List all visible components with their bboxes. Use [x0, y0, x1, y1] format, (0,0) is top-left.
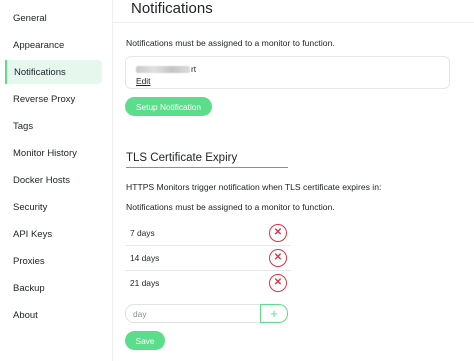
sidebar-item-appearance[interactable]: Appearance	[5, 33, 102, 57]
expiry-day-label: 7 days	[130, 228, 155, 238]
sidebar-item-about[interactable]: About	[5, 303, 102, 327]
sidebar-item-api-keys[interactable]: API Keys	[5, 222, 102, 246]
tls-hint: Notifications must be assigned to a moni…	[126, 202, 335, 212]
redacted-name-blur	[136, 66, 190, 74]
page-title: Notifications	[131, 0, 213, 17]
tls-section-underline	[126, 167, 288, 168]
sidebar-item-monitor-history[interactable]: Monitor History	[5, 141, 102, 165]
plus-icon: +	[270, 306, 278, 321]
sidebar-item-reverse-proxy[interactable]: Reverse Proxy	[5, 87, 102, 111]
sidebar-item-notifications[interactable]: Notifications	[5, 60, 102, 84]
settings-sidebar: General Appearance Notifications Reverse…	[0, 0, 108, 361]
expiry-day-label: 14 days	[130, 253, 160, 263]
sidebar-item-tags[interactable]: Tags	[5, 114, 102, 138]
x-icon: ✕	[273, 277, 283, 288]
x-icon: ✕	[273, 227, 283, 238]
notification-name-suffix: rt	[191, 64, 197, 74]
expiry-day-label: 21 days	[130, 278, 160, 288]
remove-day-button[interactable]: ✕	[269, 224, 287, 242]
remove-day-button[interactable]: ✕	[269, 249, 287, 267]
setup-notification-button[interactable]: Setup Notification	[125, 97, 212, 116]
sidebar-item-backup[interactable]: Backup	[5, 276, 102, 300]
expiry-day-row: 7 days ✕	[125, 221, 291, 246]
day-input[interactable]: day	[125, 304, 261, 323]
x-icon: ✕	[273, 252, 283, 263]
notification-name: rt	[136, 64, 196, 74]
add-day-button[interactable]: +	[260, 304, 288, 323]
expiry-day-row: 21 days ✕	[125, 271, 291, 296]
sidebar-divider	[112, 0, 113, 361]
sidebar-item-proxies[interactable]: Proxies	[5, 249, 102, 273]
header-divider	[112, 22, 474, 23]
remove-day-button[interactable]: ✕	[269, 274, 287, 292]
notification-edit-link[interactable]: Edit	[136, 76, 150, 86]
notification-card: rt Edit	[125, 56, 450, 89]
sidebar-item-security[interactable]: Security	[5, 195, 102, 219]
expiry-day-row: 14 days ✕	[125, 246, 291, 271]
save-button[interactable]: Save	[125, 331, 165, 350]
tls-description: HTTPS Monitors trigger notification when…	[126, 182, 382, 192]
sidebar-item-docker-hosts[interactable]: Docker Hosts	[5, 168, 102, 192]
notifications-hint: Notifications must be assigned to a moni…	[126, 38, 335, 48]
sidebar-item-general[interactable]: General	[5, 6, 102, 30]
tls-section-title: TLS Certificate Expiry	[126, 152, 238, 164]
